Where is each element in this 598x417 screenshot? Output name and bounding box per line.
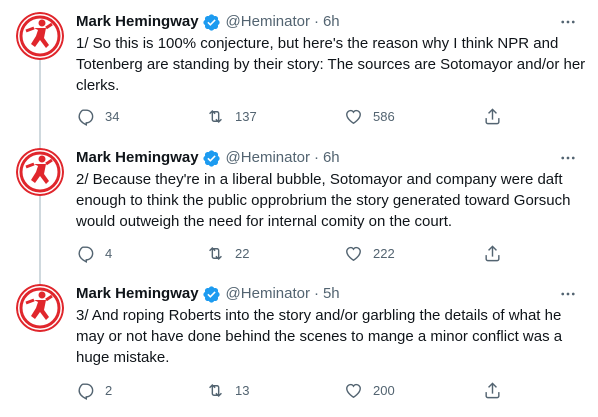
reply-count: 2 [105,382,113,398]
tweet[interactable]: Mark Hemingway @Heminator · 5h 3/ And ro… [0,284,598,408]
separator-dot: · [313,149,319,166]
verified-badge-icon [202,13,221,32]
author-name[interactable]: Mark Hemingway [76,12,199,32]
share-button[interactable] [483,243,502,263]
like-button[interactable]: 200 [344,380,395,400]
author-handle[interactable]: @Heminator [226,148,310,168]
retweet-button[interactable]: 13 [206,380,249,400]
reply-button[interactable]: 34 [76,106,119,126]
separator-dot: · [313,285,319,302]
like-count: 586 [373,108,395,124]
avatar[interactable] [16,12,64,60]
tweet[interactable]: Mark Hemingway @Heminator · 6h 1/ So thi… [0,12,598,136]
heart-icon [346,109,361,124]
author-handle[interactable]: @Heminator [226,284,310,304]
timestamp[interactable]: 6h [323,12,340,32]
timestamp[interactable]: 6h [323,148,340,168]
retweet-icon [209,246,222,260]
like-count: 200 [373,382,395,398]
retweet-button[interactable]: 22 [206,243,249,263]
separator-dot: · [313,13,319,30]
heart-icon [346,383,361,398]
retweet-icon [209,109,222,123]
running-man-avatar-icon [16,12,64,60]
retweet-icon [209,383,222,397]
reply-icon [78,108,94,126]
like-count: 222 [373,245,395,261]
share-button[interactable] [483,380,502,400]
heart-icon [346,246,361,261]
retweet-count: 137 [235,108,257,124]
share-icon [485,107,500,124]
timestamp[interactable]: 5h [323,284,340,304]
tweet-text: 3/ And roping Roberts into the story and… [76,307,563,366]
like-button[interactable]: 222 [344,243,395,263]
reply-button[interactable]: 2 [76,380,112,400]
reply-count: 4 [105,245,113,261]
more-options-icon[interactable] [558,148,578,168]
verified-badge-icon [202,285,221,304]
verified-badge-icon [202,149,221,168]
like-button[interactable]: 586 [344,106,395,126]
tweet-text: 2/ Because they're in a liberal bubble, … [76,171,571,230]
share-icon [485,244,500,261]
reply-icon [78,245,94,263]
avatar[interactable] [16,284,64,332]
retweet-count: 22 [235,245,250,261]
more-options-icon[interactable] [558,12,578,32]
reply-button[interactable]: 4 [76,243,112,263]
tweet[interactable]: Mark Hemingway @Heminator · 6h 2/ Becaus… [0,148,598,272]
author-handle[interactable]: @Heminator [226,12,310,32]
avatar[interactable] [16,148,64,196]
share-icon [485,381,500,398]
running-man-avatar-icon [16,148,64,196]
reply-icon [78,382,94,400]
running-man-avatar-icon [16,284,64,332]
share-button[interactable] [483,106,502,126]
retweet-count: 13 [235,382,250,398]
retweet-button[interactable]: 137 [206,106,257,126]
author-name[interactable]: Mark Hemingway [76,284,199,304]
more-options-icon[interactable] [558,284,578,304]
reply-count: 34 [105,108,120,124]
tweet-text: 1/ So this is 100% conjecture, but here'… [76,35,586,94]
author-name[interactable]: Mark Hemingway [76,148,199,168]
